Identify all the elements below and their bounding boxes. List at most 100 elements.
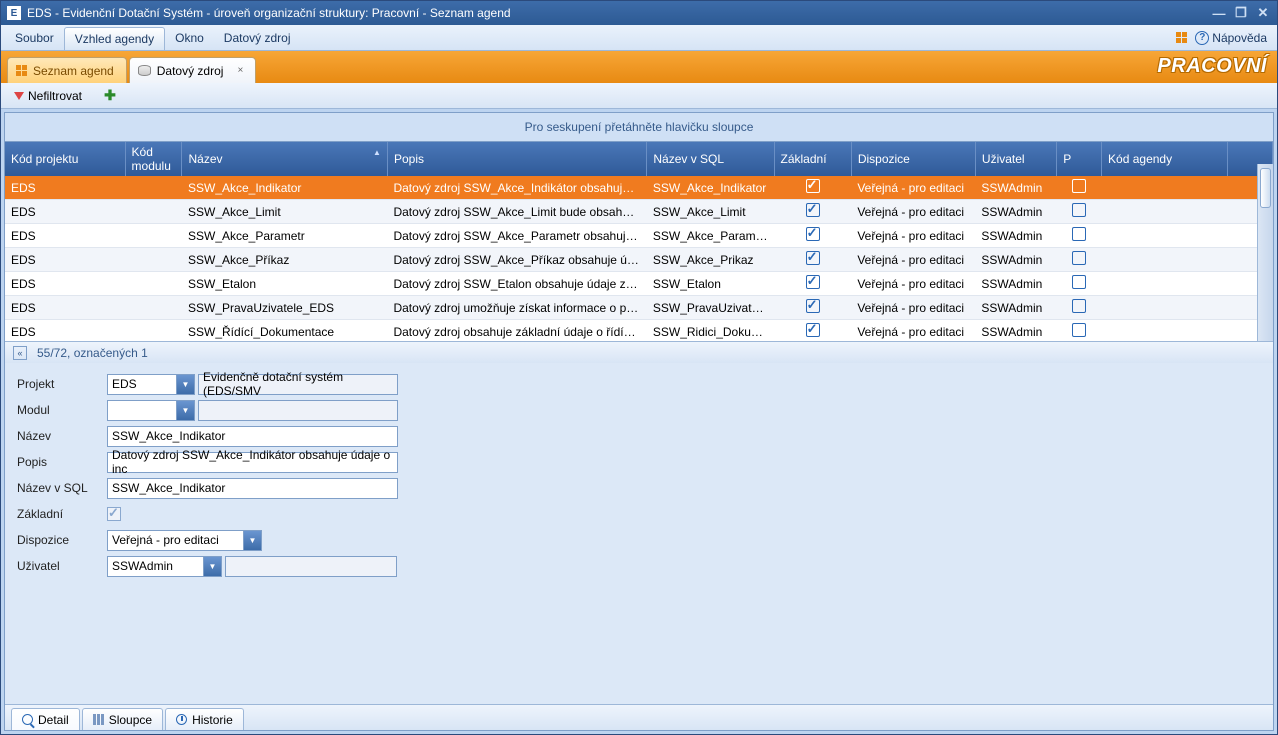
checkbox-icon[interactable] [1072,299,1086,313]
help-label: Nápověda [1212,31,1267,45]
maximize-button[interactable]: ❐ [1233,6,1249,20]
checkbox-icon[interactable] [1072,179,1086,193]
grid-vertical-scrollbar[interactable] [1257,164,1273,341]
checkbox-icon[interactable] [1072,227,1086,241]
dropdown-icon[interactable]: ▼ [176,375,194,394]
checkbox-icon[interactable] [1072,275,1086,289]
label-zakladni: Základní [17,507,107,521]
modul-combo[interactable]: ▼ [107,400,195,421]
checkbox-icon[interactable] [806,227,820,241]
nofilter-label: Nefiltrovat [28,89,82,103]
document-tabstrip: Seznam agendDatový zdroj× PRACOVNÍ [1,51,1277,83]
cell-kodModulu [125,272,182,296]
cols-icon [93,714,104,725]
col-header-dispozice[interactable]: Dispozice [851,142,975,176]
detail-tabstrip: DetailSloupceHistorie [5,704,1273,730]
cell-nazev: SSW_Akce_Parametr [182,224,387,248]
cell-kodProjektu: EDS [5,200,125,224]
table-row[interactable]: EDSSSW_EtalonDatový zdroj SSW_Etalon obs… [5,272,1273,296]
col-header-kodModulu[interactable]: Kód modulu [125,142,182,176]
nofilter-button[interactable]: Nefiltrovat [5,85,91,107]
dropdown-icon[interactable]: ▼ [203,557,221,576]
cell-nazevSql: SSW_PravaUzivatel… [647,296,774,320]
cell-kodProjektu: EDS [5,320,125,342]
cell-kodModulu [125,320,182,342]
dropdown-icon[interactable]: ▼ [176,401,194,420]
minimize-button[interactable]: — [1211,6,1227,20]
cell-dispozice: Veřejná - pro editaci [851,224,975,248]
bottom-tab-sloupce[interactable]: Sloupce [82,708,163,730]
menubar: SouborVzhled agendyOknoDatový zdroj ? Ná… [1,25,1277,51]
cell-kodProjektu: EDS [5,176,125,200]
cell-zakladni [774,320,851,342]
cell-dispozice: Veřejná - pro editaci [851,200,975,224]
cell-nazev: SSW_Akce_Indikator [182,176,387,200]
cell-kodProjektu: EDS [5,296,125,320]
checkbox-icon[interactable] [806,323,820,337]
checkbox-icon[interactable] [806,179,820,193]
database-icon [138,65,151,76]
cell-popis: Datový zdroj SSW_Akce_Indikátor obsahuje… [387,176,646,200]
menu-vzhled-agendy[interactable]: Vzhled agendy [64,27,165,50]
cell-dispozice: Veřejná - pro editaci [851,320,975,342]
cell-kodProjektu: EDS [5,272,125,296]
help-link[interactable]: ? Nápověda [1195,31,1267,45]
zakladni-checkbox[interactable] [107,507,121,521]
tab-seznam-agend[interactable]: Seznam agend [7,57,127,83]
uzivatel-combo[interactable]: SSWAdmin ▼ [107,556,222,577]
nazevsql-input[interactable]: SSW_Akce_Indikator [107,478,398,499]
cell-kodAgendy [1102,272,1228,296]
grid-icon [16,65,27,76]
group-hint: Pro seskupení přetáhněte hlavičku sloupc… [5,113,1273,141]
table-row[interactable]: EDSSSW_Akce_LimitDatový zdroj SSW_Akce_L… [5,200,1273,224]
brand-label: PRACOVNÍ [1157,55,1267,78]
bottom-tab-historie[interactable]: Historie [165,708,244,730]
col-header-zakladni[interactable]: Základní [774,142,851,176]
bottom-tab-detail[interactable]: Detail [11,708,80,730]
checkbox-icon[interactable] [806,299,820,313]
table-row[interactable]: EDS SSW_Akce_IndikatorDatový zdroj SSW_Ak… [5,176,1273,200]
layout-icon[interactable] [1176,32,1187,43]
checkbox-icon[interactable] [1072,203,1086,217]
dropdown-icon[interactable]: ▼ [243,531,261,550]
checkbox-icon[interactable] [806,203,820,217]
cell-nazevSql: SSW_Akce_Prikaz [647,248,774,272]
scrollbar-thumb[interactable] [1260,168,1271,208]
checkbox-icon[interactable] [1072,251,1086,265]
col-header-popis[interactable]: Popis [387,142,646,176]
nazev-input[interactable]: SSW_Akce_Indikator [107,426,398,447]
cell-p [1057,320,1102,342]
cell-p [1057,296,1102,320]
add-button[interactable]: ✚ [95,85,125,107]
checkbox-icon[interactable] [806,275,820,289]
table-row[interactable]: EDSSSW_PravaUzivatele_EDSDatový zdroj um… [5,296,1273,320]
projekt-combo[interactable]: EDS ▼ [107,374,195,395]
cell-uzivatel: SSWAdmin [975,176,1056,200]
menu-datový-zdroj[interactable]: Datový zdroj [214,25,301,50]
cell-p [1057,176,1102,200]
col-header-kodProjektu[interactable]: Kód projektu [5,142,125,176]
nav-first-icon[interactable]: « [13,346,27,360]
popis-input[interactable]: Datový zdroj SSW_Akce_Indikátor obsahuje… [107,452,398,473]
menu-soubor[interactable]: Soubor [5,25,64,50]
table-row[interactable]: EDSSSW_Akce_PříkazDatový zdroj SSW_Akce_… [5,248,1273,272]
col-header-nazevSql[interactable]: Název v SQL [647,142,774,176]
col-header-nazev[interactable]: Název [182,142,387,176]
cell-popis: Datový zdroj obsahuje základní údaje o ř… [387,320,646,342]
menu-okno[interactable]: Okno [165,25,214,50]
checkbox-icon[interactable] [806,251,820,265]
close-button[interactable]: ✕ [1255,6,1271,20]
table-row[interactable]: EDSSSW_Akce_ParametrDatový zdroj SSW_Akc… [5,224,1273,248]
projekt-desc: Evidenčně dotační systém (EDS/SMV [198,374,398,395]
cell-nazevSql: SSW_Akce_Limit [647,200,774,224]
col-header-p[interactable]: P [1057,142,1102,176]
checkbox-icon[interactable] [1072,323,1086,337]
tab-datový-zdroj[interactable]: Datový zdroj× [129,57,257,83]
tab-close-icon[interactable]: × [237,65,243,76]
col-header-uzivatel[interactable]: Uživatel [975,142,1056,176]
dispozice-combo[interactable]: Veřejná - pro editaci ▼ [107,530,262,551]
table-row[interactable]: EDSSSW_Řídící_DokumentaceDatový zdroj ob… [5,320,1273,342]
col-header-kodAgendy[interactable]: Kód agendy [1102,142,1228,176]
label-nazev: Název [17,429,107,443]
cell-zakladni [774,296,851,320]
